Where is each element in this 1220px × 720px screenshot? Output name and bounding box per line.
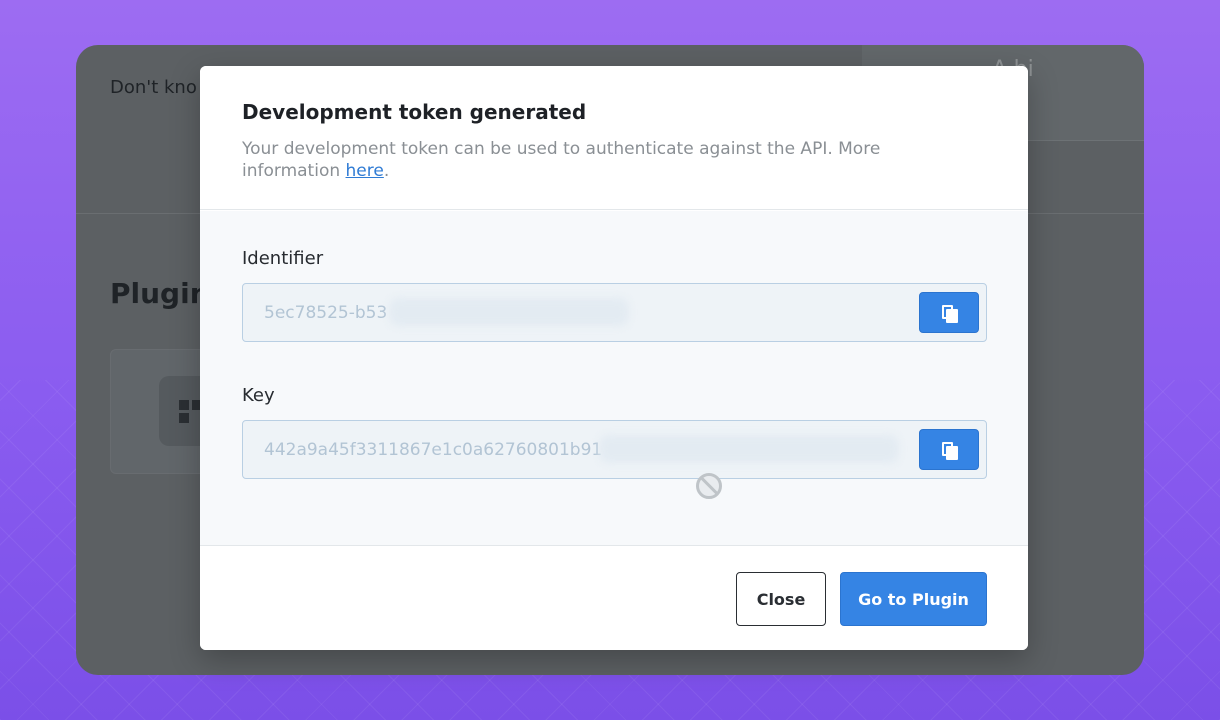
identifier-label: Identifier: [242, 248, 324, 269]
key-redaction: [599, 435, 899, 463]
modal-body: Identifier 5ec78525-b53 Key 442a9a45f331…: [200, 211, 1028, 546]
modal-footer: Close Go to Plugin: [200, 547, 1028, 650]
modal-description-text: Your development token can be used to au…: [242, 139, 881, 181]
more-info-link[interactable]: here: [346, 161, 384, 181]
modal-header: Development token generated Your develop…: [200, 66, 1028, 210]
modal-description-suffix: .: [383, 161, 390, 181]
not-allowed-cursor-icon: [696, 473, 722, 499]
copy-identifier-button[interactable]: [919, 292, 979, 333]
modal-description: Your development token can be used to au…: [242, 138, 942, 182]
go-to-plugin-button[interactable]: Go to Plugin: [840, 572, 987, 626]
copy-key-button[interactable]: [919, 429, 979, 470]
key-field[interactable]: 442a9a45f3311867e1c0a62760801b91: [242, 420, 987, 479]
identifier-redaction: [389, 298, 629, 326]
background-app-hint: Don't kno: [110, 77, 197, 98]
key-label: Key: [242, 385, 275, 406]
identifier-field[interactable]: 5ec78525-b53: [242, 283, 987, 342]
token-modal: Development token generated Your develop…: [200, 66, 1028, 650]
close-button[interactable]: Close: [736, 572, 826, 626]
modal-title: Development token generated: [242, 100, 587, 124]
